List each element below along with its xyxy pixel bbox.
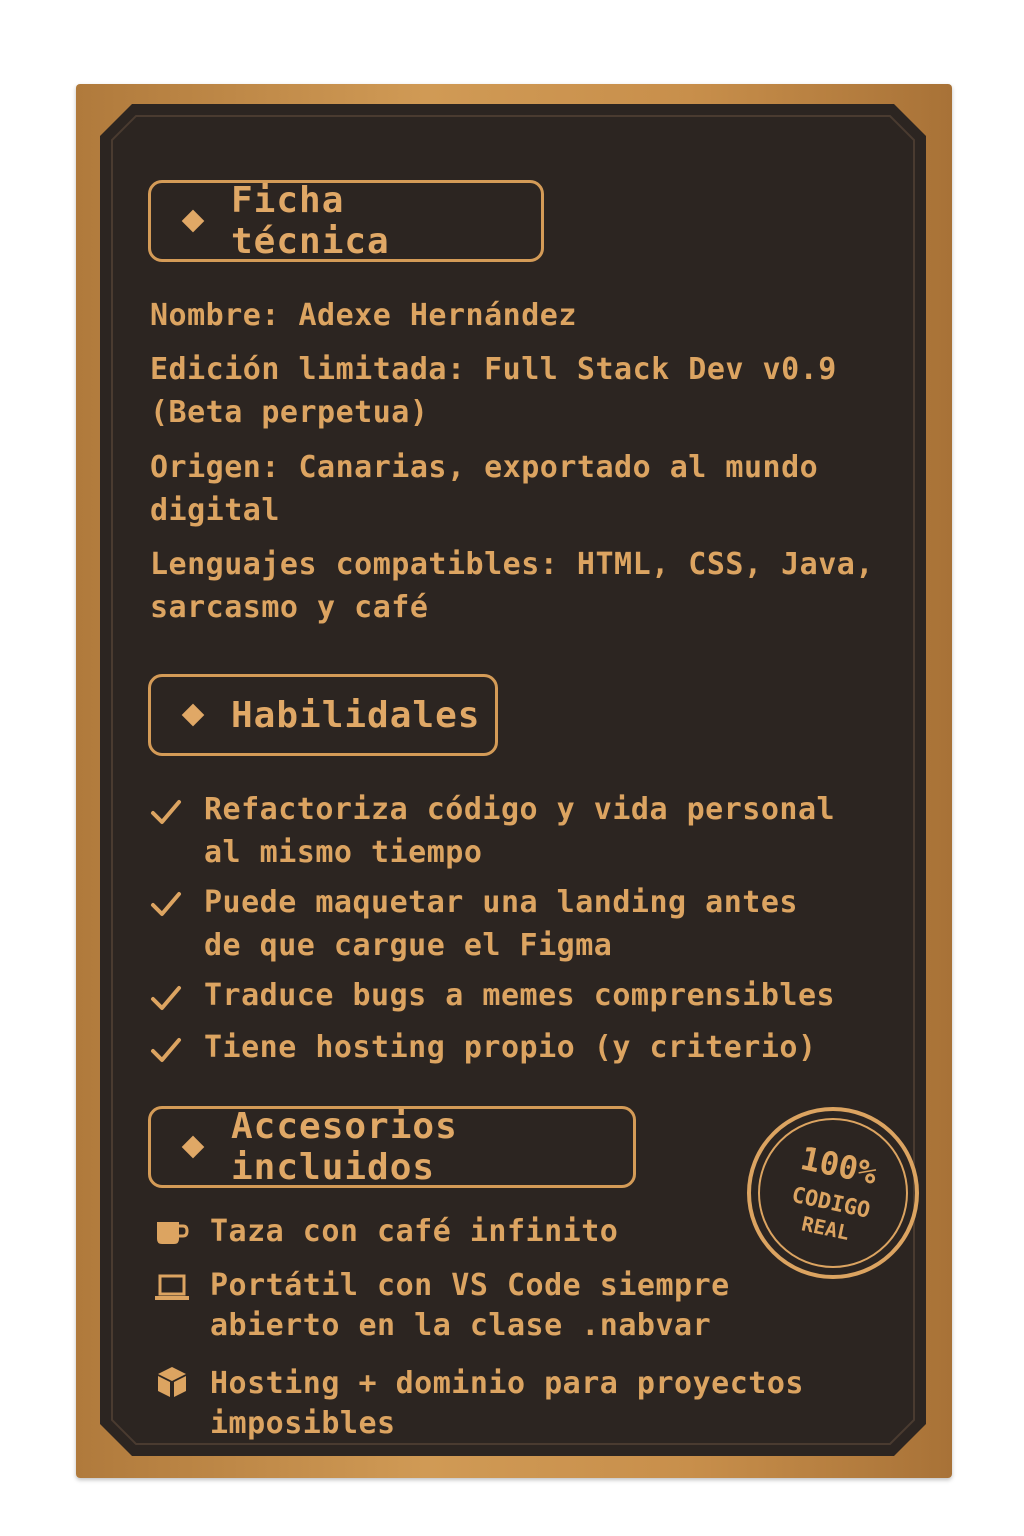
skill-item: Refactoriza código y vida personal al mi… [204,792,836,870]
section-title: Accesorios incluidos [231,1106,458,1188]
section-title: Habilidales [231,694,481,736]
section-tag-ficha: Ficha técnica [148,180,544,262]
check-icon [151,800,181,824]
spec-origen: Origen: Canarias, exportado al mundo dig… [150,450,819,528]
box-icon [158,1367,186,1397]
check-icon [151,892,181,916]
diamond-icon [181,703,205,727]
diamond-icon [181,1135,205,1159]
section-tag-habilidades: Habilidales [148,674,498,756]
accessory-item: Portátil con VS Code siempre abierto en … [210,1268,730,1343]
accessory-item: Hosting + dominio para proyectos imposib… [210,1366,804,1441]
spec-nombre: Nombre: Adexe Hernández [150,298,577,333]
check-icon [151,1038,181,1062]
diamond-icon [181,209,205,233]
skill-item: Tiene hosting propio (y criterio) [204,1030,817,1065]
laptop-icon [155,1274,189,1300]
accessory-item: Taza con café infinito [210,1214,619,1249]
stamp-top: 100% [797,1139,881,1192]
mug-icon [157,1222,189,1244]
spec-lenguajes: Lenguajes compatibles: HTML, CSS, Java, … [150,547,874,625]
check-icon [151,986,181,1010]
skill-item: Puede maquetar una landing antes de que … [204,885,798,963]
spec-edicion: Edición limitada: Full Stack Dev v0.9 (B… [150,352,837,430]
stamp-seal: 100% CODIGO REAL [747,1107,919,1279]
section-tag-accesorios: Accesorios incluidos [148,1106,636,1188]
section-title: Ficha técnica [231,180,390,262]
skill-item: Traduce bugs a memes comprensibles [204,978,836,1013]
